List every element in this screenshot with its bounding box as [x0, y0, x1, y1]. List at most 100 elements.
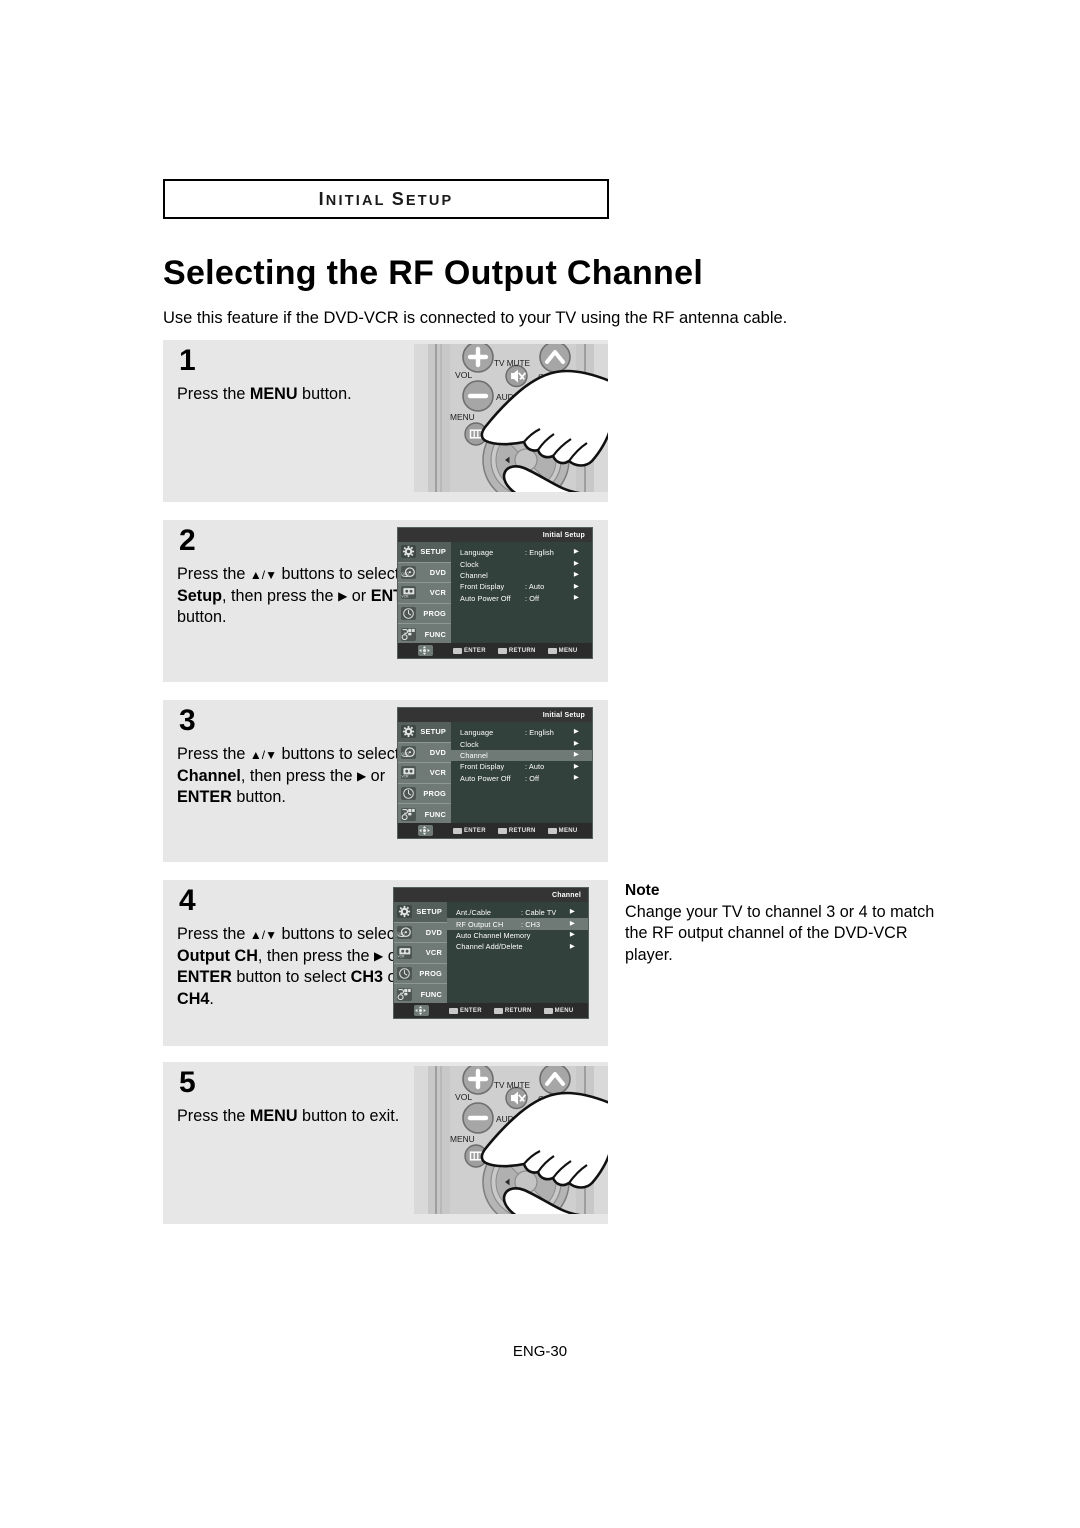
enter-key-icon: [453, 827, 462, 834]
osd-footer-key-label: MENU: [558, 827, 578, 834]
chevron-right-icon: ▶: [569, 919, 575, 927]
osd-row-value: : Auto: [525, 582, 545, 592]
osd-menu-row[interactable]: Auto Channel Memory ▶: [447, 930, 588, 941]
osd-sidebar-item-prog[interactable]: PROG: [394, 964, 447, 985]
osd-footer-key-return: RETURN: [497, 827, 536, 834]
note-block: Note Change your TV to channel 3 or 4 to…: [625, 882, 935, 966]
osd-screen-initial-setup: Initial Setup SETUP DVD DVD VCR VCR PROG…: [397, 527, 593, 659]
dpad-icon: [414, 1005, 429, 1016]
chevron-right-icon: ▶: [573, 751, 579, 759]
note-body: Change your TV to channel 3 or 4 to matc…: [625, 903, 935, 964]
clock-icon: [401, 607, 416, 621]
cassette-icon: VCR: [401, 586, 416, 600]
svg-text:DVD: DVD: [397, 932, 405, 936]
osd-sidebar-label: FUNC: [420, 989, 442, 999]
svg-text:VCR: VCR: [397, 955, 405, 959]
osd-menu-row[interactable]: Channel Add/Delete ▶: [447, 941, 588, 952]
note-title: Note: [625, 882, 660, 899]
osd-row-value: : Off: [525, 773, 540, 783]
page-title: Selecting the RF Output Channel: [163, 254, 704, 292]
osd-sidebar: SETUP DVD DVD VCR VCR PROG FUNC: [398, 542, 451, 645]
osd-menu-row[interactable]: Channel ▶: [451, 749, 592, 762]
chevron-right-icon: ▶: [573, 582, 579, 590]
osd-menu-row[interactable]: Clock ▶: [451, 558, 592, 569]
osd-footer-key-label: RETURN: [504, 1007, 532, 1014]
osd-sidebar-label: PROG: [423, 789, 446, 799]
disc-icon: DVD: [397, 925, 412, 939]
remote-illustration-svg: VOL TV MUTE CH/TRK AUDIO MENU: [414, 1066, 608, 1214]
step-number: 5: [179, 1066, 196, 1099]
osd-row-label: Auto Power Off: [460, 593, 511, 603]
chevron-right-icon: ▶: [573, 548, 579, 556]
osd-menu-row[interactable]: Front Display : Auto ▶: [451, 581, 592, 592]
osd-sidebar-item-setup[interactable]: SETUP: [398, 722, 451, 743]
osd-menu-row[interactable]: RF Output CH : CH3 ▶: [447, 918, 588, 930]
osd-row-label: Channel: [460, 750, 488, 760]
osd-row-value: : English: [525, 548, 554, 558]
chevron-right-icon: ▶: [573, 594, 579, 601]
page-intro-text: Use this feature if the DVD-VCR is conne…: [163, 309, 788, 327]
osd-sidebar-item-dvd[interactable]: DVD DVD: [398, 743, 451, 764]
function-icon: [397, 987, 412, 1001]
osd-menu-row[interactable]: Language : English ▶: [451, 547, 592, 558]
osd-menu-row[interactable]: Language : English ▶: [451, 727, 592, 738]
osd-sidebar-label: FUNC: [424, 629, 446, 639]
osd-row-label: Front Display: [460, 582, 505, 592]
osd-row-label: Ant./Cable: [456, 908, 492, 918]
osd-footer-bar: ENTER RETURN MENU: [398, 643, 592, 658]
osd-menu-row[interactable]: Auto Power Off : Off ▶: [451, 593, 592, 604]
osd-row-label: Language: [460, 548, 494, 558]
step-instruction-text: Press the ▲/▼ buttons to select Setup, t…: [177, 565, 426, 627]
remote-control-illustration: VOL TV MUTE CH/TRK AUDIO MENU: [414, 1066, 608, 1214]
disc-icon: DVD: [401, 565, 416, 579]
osd-sidebar-label: DVD: [425, 927, 442, 937]
osd-sidebar-item-func[interactable]: FUNC: [394, 984, 447, 1005]
chevron-right-icon: ▶: [573, 762, 579, 770]
osd-row-label: Language: [460, 728, 494, 738]
step-instruction-text: Press the MENU button.: [177, 385, 352, 403]
osd-sidebar-item-setup[interactable]: SETUP: [394, 902, 447, 923]
osd-sidebar-label: DVD: [429, 747, 446, 757]
osd-sidebar-item-vcr[interactable]: VCR VCR: [394, 943, 447, 964]
osd-sidebar-label: SETUP: [420, 547, 446, 557]
cassette-icon: VCR: [397, 946, 412, 960]
svg-text:VCR: VCR: [401, 595, 409, 599]
osd-sidebar-item-dvd[interactable]: DVD DVD: [394, 923, 447, 944]
osd-sidebar-item-setup[interactable]: SETUP: [398, 542, 451, 563]
osd-sidebar-item-func[interactable]: FUNC: [398, 624, 451, 645]
osd-menu-list: Language : English ▶ Clock ▶ Channel ▶ F…: [451, 542, 592, 643]
function-icon: [401, 807, 416, 821]
osd-sidebar-item-dvd[interactable]: DVD DVD: [398, 563, 451, 584]
osd-menu-row[interactable]: Ant./Cable : Cable TV ▶: [447, 907, 588, 918]
osd-menu-row[interactable]: Front Display : Auto ▶: [451, 761, 592, 772]
osd-footer-key-label: MENU: [554, 1007, 574, 1014]
osd-sidebar-item-prog[interactable]: PROG: [398, 604, 451, 625]
osd-sidebar-item-prog[interactable]: PROG: [398, 784, 451, 805]
osd-footer-key-menu: MENU: [543, 1007, 574, 1014]
osd-sidebar-item-func[interactable]: FUNC: [398, 804, 451, 825]
osd-menu-row[interactable]: Clock ▶: [451, 738, 592, 749]
gear-icon: [401, 725, 416, 739]
chevron-right-icon: ▶: [569, 908, 575, 916]
step-panel-2: 2 Press the ▲/▼ buttons to select Setup, …: [163, 520, 608, 682]
osd-menu-row[interactable]: Channel ▶: [451, 570, 592, 581]
osd-title-text: Channel: [551, 891, 581, 899]
svg-text:VOL: VOL: [455, 370, 472, 380]
osd-sidebar-label: SETUP: [416, 907, 442, 917]
osd-row-label: Clock: [460, 739, 479, 749]
osd-sidebar-item-vcr[interactable]: VCR VCR: [398, 583, 451, 604]
osd-footer-key-label: RETURN: [508, 647, 536, 654]
section-header-label: INITIAL SETUP: [318, 188, 454, 209]
osd-sidebar-label: SETUP: [420, 727, 446, 737]
osd-sidebar-item-vcr[interactable]: VCR VCR: [398, 763, 451, 784]
return-key-icon: [497, 647, 507, 654]
svg-text:MENU: MENU: [450, 412, 475, 422]
osd-menu-row[interactable]: Auto Power Off : Off ▶: [451, 773, 592, 784]
osd-row-label: Channel: [460, 570, 488, 580]
osd-title-text: Initial Setup: [542, 711, 585, 719]
osd-row-value: : Off: [525, 593, 540, 603]
osd-sidebar: SETUP DVD DVD VCR VCR PROG FUNC: [398, 722, 451, 825]
svg-text:VOL: VOL: [455, 1092, 472, 1102]
return-key-icon: [497, 827, 507, 834]
svg-text:TV MUTE: TV MUTE: [494, 1081, 530, 1090]
